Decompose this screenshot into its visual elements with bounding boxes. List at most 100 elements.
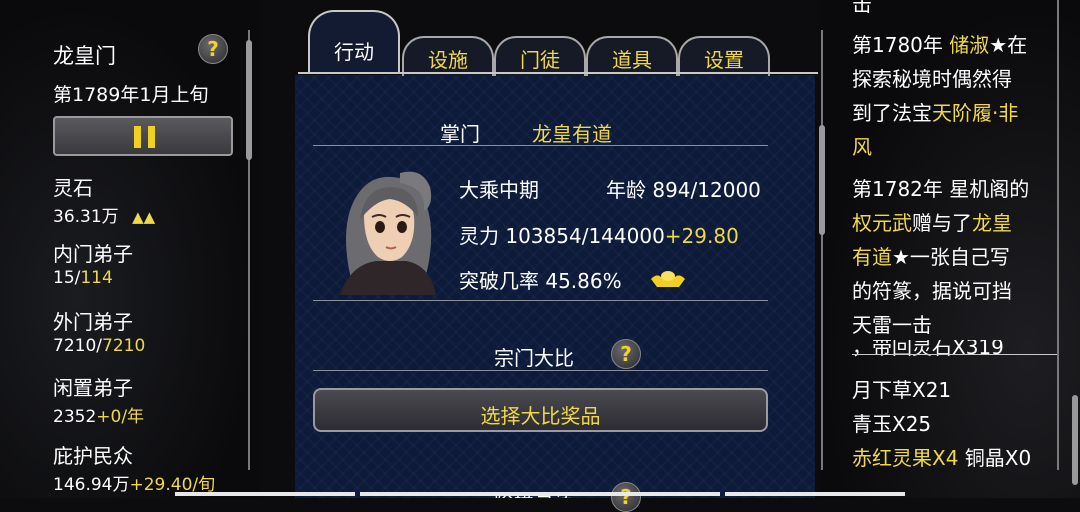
competition-help-icon[interactable]: ? [611,339,641,369]
log-text: 赠与了 [912,211,972,235]
select-prize-label: 选择大比奖品 [480,404,601,428]
stat-value-idle-disciples: 2352+0/年 [53,402,144,427]
log-text: 的符篆，据说可挡 [852,279,1012,303]
tab-items[interactable]: 道具 [586,36,678,76]
log-text: 天雷一击 [852,313,932,337]
log-line: 天雷一击 [852,308,1029,342]
outer-disciples-cap: 7210 [102,336,146,356]
stat-label-protected-people: 庇护民众 [53,444,133,468]
bottom-bar [175,492,355,496]
divider [313,145,768,146]
log-line: 月下草X21 [852,373,1031,407]
stat-value-spirit-stone: 36.31万 ▲▲ [53,202,155,227]
log-fragment: 击 [852,0,872,16]
bottom-bar [725,492,905,496]
pause-icon-bar [148,126,155,148]
competition-title: 宗门大比 [494,346,574,370]
stat-label-outer-disciples: 外门弟子 [53,310,133,334]
log-line: 权元武赠与了龙皇 [852,206,1029,240]
log-line: 第1780年 储淑★在 [852,28,1029,62]
leader-spirit: 灵力 103854/144000+29.80 [459,220,739,249]
stat-label-idle-disciples: 闲置弟子 [53,376,133,400]
log-entry: 第1780年 储淑★在 探索秘境时偶然得 到了法宝天阶履·非风 [852,28,1029,164]
log-text: 赤红灵果X4 [852,446,959,470]
tab-facilities[interactable]: 设施 [402,36,494,76]
idle-disciples-count: 2352 [53,407,97,427]
center-scroll-thumb[interactable] [819,125,825,235]
log-line: 赤红灵果X4 铜晶X0 [852,441,1031,475]
stat-value-outer-disciples: 7210/7210 [53,336,145,356]
leader-age: 年龄 894/12000 [606,178,761,202]
leader-portrait[interactable] [330,165,438,295]
spirit-value: 灵力 103854/144000 [459,224,665,248]
tab-action-label: 行动 [334,40,374,64]
tab-action[interactable]: 行动 [308,10,400,74]
log-text: 第1780年 [852,33,950,57]
stat-value-inner-disciples: 15/114 [53,268,113,288]
tab-disciples[interactable]: 门徒 [494,36,586,76]
protected-people-count: 146.94万 [53,475,130,495]
sect-name: 龙皇门 [53,44,116,68]
stat-label-inner-disciples: 内门弟子 [53,242,133,266]
log-text: 风 [852,135,872,159]
log-line: 有道★一张自己写 [852,240,1029,274]
leader-title: 掌门 [440,122,480,146]
right-scroll-track[interactable] [1057,0,1059,470]
inner-disciples-count: 15/ [53,268,81,288]
bottom-bar [360,492,720,496]
sect-status-panel: 龙皇门 ? 第1789年1月上旬 灵石 36.31万 ▲▲ 内门弟子 15/11… [0,0,248,498]
next-section-help-icon[interactable]: ? [611,482,641,512]
log-entry: 第1782年 星机阁的 权元武赠与了龙皇 有道★一张自己写 的符篆，据说可挡 天雷一击 [852,172,1029,342]
stat-label-spirit-stone: 灵石 [53,176,93,200]
left-scroll-thumb[interactable] [246,40,252,160]
log-text: 探索秘境时偶然得 [852,67,1012,91]
pause-button[interactable] [53,116,233,156]
idle-disciples-rate: +0/年 [96,407,145,427]
log-text: 天阶履·非 [932,101,1019,125]
log-text: 到了法宝 [852,101,932,125]
pause-icon [134,126,141,148]
tab-settings[interactable]: 设置 [678,36,770,76]
log-text: ★在 [989,33,1028,57]
log-line: 的符篆，据说可挡 [852,274,1029,308]
breakthrough-chance: 突破几率 45.86% [459,269,622,293]
spirit-gain: +29.80 [664,224,739,248]
right-scroll-thumb[interactable] [1072,395,1078,485]
log-text: 青玉X25 [852,412,932,436]
tab-disciples-label: 门徒 [520,48,560,72]
log-line: 风 [852,130,1029,164]
leader-realm: 大乘中期 [459,178,539,202]
items-partial-text: ，带回灵石X319 [852,340,1004,358]
log-divider [852,354,1057,355]
log-text: 月下草X21 [852,378,952,402]
log-text: 权元武 [852,211,912,235]
log-text: 有道 [852,245,892,269]
log-line: 青玉X25 [852,407,1031,441]
gold-ingot-icon[interactable] [649,265,687,291]
game-date: 第1789年1月上旬 [53,84,209,106]
log-text: 龙皇 [972,211,1012,235]
select-prize-button[interactable]: 选择大比奖品 [313,388,768,432]
help-icon[interactable]: ? [198,34,228,64]
tab-facilities-label: 设施 [428,48,468,72]
tab-underline [298,72,818,74]
log-items-partial: ，带回灵石X319 [852,340,1052,358]
tab-settings-label: 设置 [704,48,744,72]
log-line: 第1782年 星机阁的 [852,172,1029,206]
spirit-stone-value: 36.31万 [53,207,119,227]
log-text: ★一张自己写 [892,245,1010,269]
log-line: 探索秘境时偶然得 [852,62,1029,96]
divider [313,300,768,301]
log-text: 铜晶X0 [958,446,1032,470]
divider [313,370,768,371]
log-text: 第1782年 星机阁的 [852,177,1030,201]
log-text: 储淑 [949,33,990,57]
inner-disciples-cap: 114 [80,268,113,288]
tab-items-label: 道具 [612,48,652,72]
center-scroll-track[interactable] [821,30,823,470]
up-arrows-icon: ▲▲ [132,208,156,226]
event-log: 第1780年 储淑★在 探索秘境时偶然得 到了法宝天阶履·非风第1782年 星机阁的… [852,28,1029,350]
log-line: 到了法宝天阶履·非 [852,96,1029,130]
outer-disciples-count: 7210/ [53,336,102,356]
leader-name[interactable]: 龙皇有道 [532,118,612,147]
